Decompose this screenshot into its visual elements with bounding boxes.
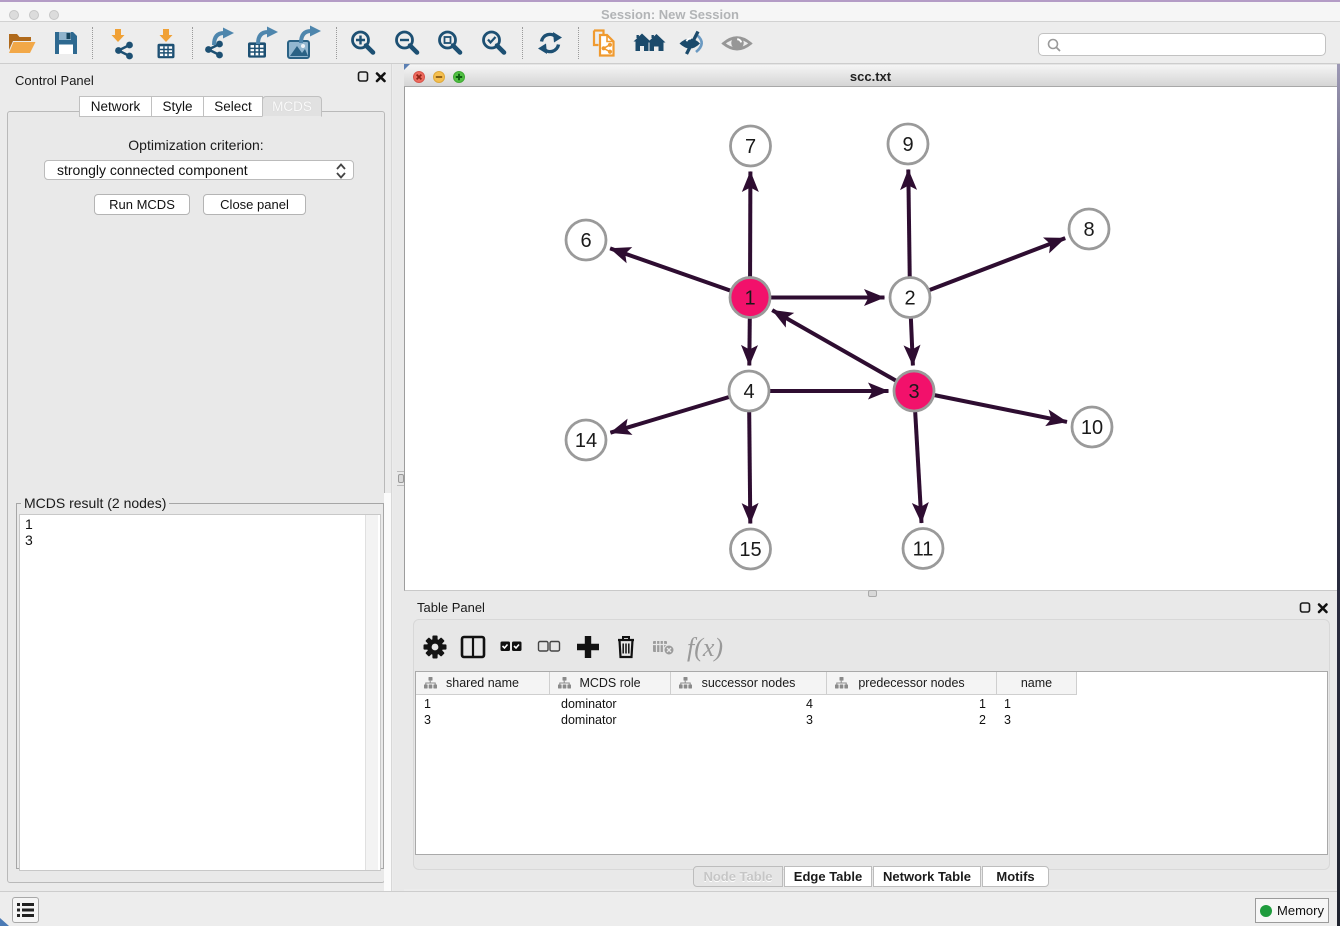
- svg-text:2: 2: [904, 288, 915, 310]
- svg-text:14: 14: [575, 430, 597, 452]
- svg-text:4: 4: [743, 381, 754, 403]
- svg-text:10: 10: [1081, 417, 1103, 439]
- svg-text:6: 6: [580, 230, 591, 252]
- svg-text:9: 9: [902, 134, 913, 156]
- svg-text:1: 1: [744, 288, 755, 310]
- svg-text:3: 3: [908, 381, 919, 403]
- svg-text:15: 15: [739, 539, 761, 561]
- svg-text:8: 8: [1083, 219, 1094, 241]
- svg-text:f(x): f(x): [687, 633, 723, 662]
- svg-text:7: 7: [745, 136, 756, 158]
- svg-text:11: 11: [913, 539, 934, 561]
